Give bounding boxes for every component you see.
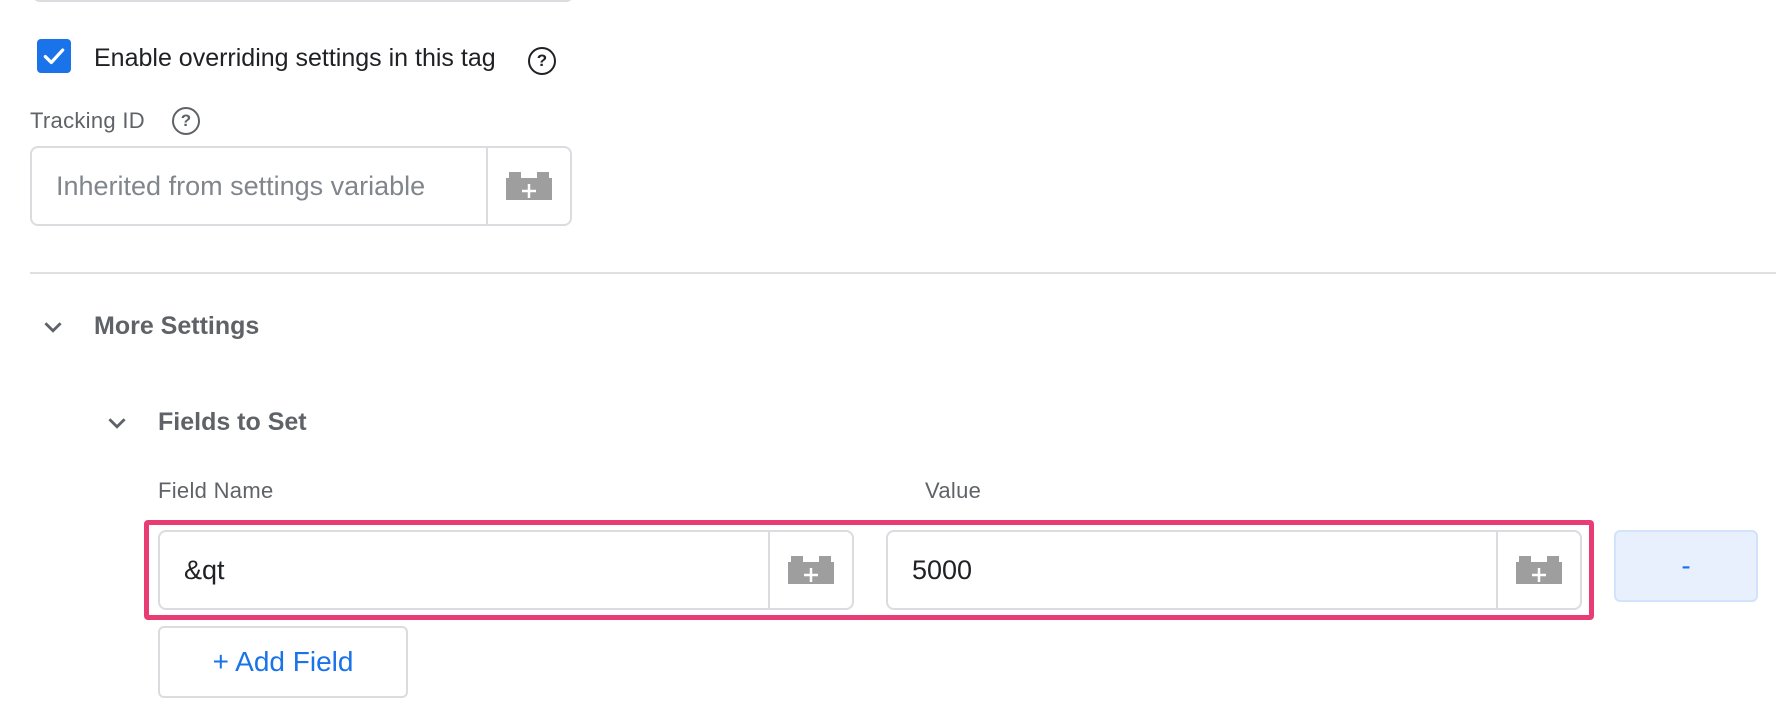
remove-field-button[interactable]: -: [1614, 530, 1758, 602]
variable-picker-button[interactable]: [768, 532, 852, 608]
previous-field-border: [32, 0, 574, 2]
section-divider: [30, 272, 1776, 274]
tracking-id-input[interactable]: Inherited from settings variable: [32, 148, 486, 224]
add-field-button[interactable]: + Add Field: [158, 626, 408, 698]
chevron-down-icon: [108, 417, 126, 429]
chevron-down-icon: [44, 321, 62, 333]
variable-brick-plus-icon: [1516, 556, 1562, 584]
variable-picker-button[interactable]: [1496, 532, 1580, 608]
value-column-header: Value: [925, 478, 982, 503]
variable-brick-plus-icon: [788, 556, 834, 584]
question-circle-icon[interactable]: ?: [172, 107, 200, 135]
field-value-field[interactable]: 5000: [886, 530, 1582, 610]
field-name-field[interactable]: &qt: [158, 530, 854, 610]
field-value-input[interactable]: 5000: [888, 532, 1496, 608]
more-settings-toggle[interactable]: More Settings: [40, 312, 259, 341]
field-name-input[interactable]: &qt: [160, 532, 768, 608]
tracking-id-label: Tracking ID: [30, 108, 145, 133]
tracking-id-field[interactable]: Inherited from settings variable: [30, 146, 572, 226]
checkmark-icon: [43, 48, 65, 65]
fields-to-set-toggle[interactable]: Fields to Set: [104, 408, 307, 437]
more-settings-title: More Settings: [94, 312, 260, 340]
question-circle-icon[interactable]: ?: [528, 47, 556, 75]
variable-brick-plus-icon: [506, 172, 552, 200]
field-name-column-header: Field Name: [158, 478, 274, 503]
fields-to-set-title: Fields to Set: [158, 408, 307, 436]
override-label: Enable overriding settings in this tag: [94, 44, 496, 72]
override-checkbox[interactable]: [37, 39, 71, 73]
variable-picker-button[interactable]: [486, 148, 570, 224]
